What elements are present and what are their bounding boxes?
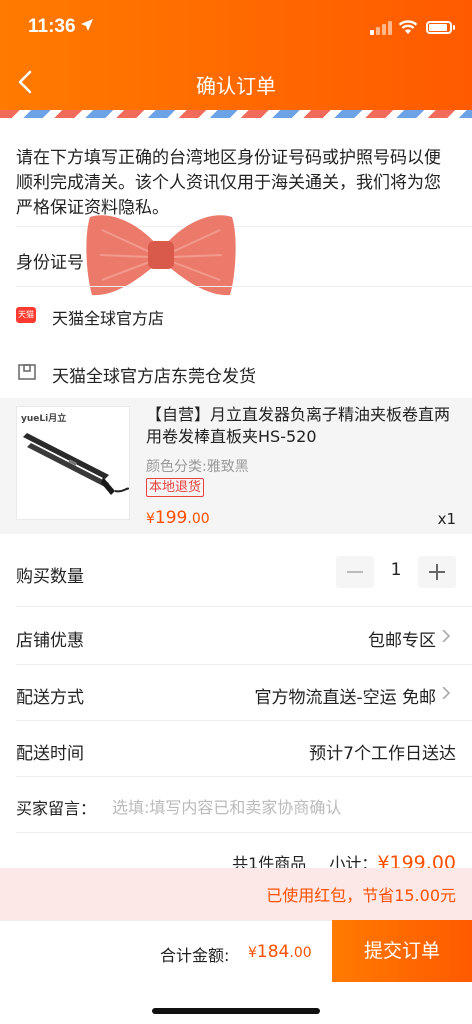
id-number-label: 身份证号 (16, 253, 84, 273)
wifi-icon (398, 20, 418, 34)
quantity-increase-button[interactable] (418, 556, 456, 588)
location-arrow-icon (81, 19, 93, 31)
divider (16, 776, 472, 777)
product-card[interactable]: yueLi月立 【自营】月立直发器负离子精油夹板卷直两用卷发棒直板夹HS-520… (0, 398, 472, 534)
product-title[interactable]: 【自营】月立直发器负离子精油夹板卷直两用卷发棒直板夹HS-520 (146, 404, 458, 448)
quantity-decrease-button[interactable] (336, 556, 374, 588)
plus-icon (429, 564, 445, 580)
product-variant: 颜色分类:雅致黑 (146, 459, 249, 475)
quantity-label: 购买数量 (16, 567, 84, 587)
delivery-time-label: 配送时间 (16, 744, 84, 764)
divider (16, 832, 472, 833)
buyer-message-input[interactable]: 选填:填写内容已和卖家协商确认 (112, 794, 341, 818)
shop-discount-label: 店铺优惠 (16, 631, 84, 651)
minus-icon (347, 571, 363, 573)
divider (16, 286, 472, 287)
shipping-value[interactable]: 官方物流直送-空运 免邮 (254, 683, 436, 708)
hair-straightener-image (23, 433, 129, 495)
delivery-time-value: 预计7个工作日送达 (309, 744, 456, 764)
divider (16, 664, 472, 665)
status-bar: 11:36 (0, 0, 472, 50)
bow-sticker-icon (86, 215, 236, 296)
warehouse-icon (18, 364, 36, 380)
store-name[interactable]: 天猫全球官方店 (52, 305, 164, 329)
product-price: ¥199.00 (146, 508, 210, 528)
chevron-right-icon (442, 687, 451, 699)
chevron-right-icon (442, 630, 451, 642)
divider (16, 720, 472, 721)
shop-discount-value[interactable]: 包邮专区 (368, 626, 436, 651)
battery-icon (426, 21, 455, 34)
signal-icon (370, 21, 392, 35)
tmall-badge-icon: 天猫 (16, 307, 36, 323)
total-label: 合计金额: (160, 946, 230, 965)
product-image[interactable]: yueLi月立 (16, 406, 130, 520)
warehouse-label: 天猫全球官方店东莞仓发货 (52, 367, 256, 387)
home-indicator[interactable] (152, 1008, 320, 1014)
shipping-label: 配送方式 (16, 688, 84, 708)
total-amount: ¥184.00 (248, 942, 312, 962)
quantity-value[interactable]: 1 (378, 560, 414, 580)
return-tag: 本地退货 (146, 478, 205, 497)
product-quantity: x1 (437, 510, 456, 528)
airmail-stripe (0, 110, 472, 118)
page-title: 确认订单 (196, 74, 276, 98)
submit-order-button[interactable]: 提交订单 (332, 920, 472, 982)
buyer-message-label: 买家留言： (16, 799, 97, 818)
status-time: 11:36 (28, 16, 76, 37)
red-packet-text: 已使用红包，节省15.00元 (266, 886, 456, 905)
divider (16, 606, 472, 607)
